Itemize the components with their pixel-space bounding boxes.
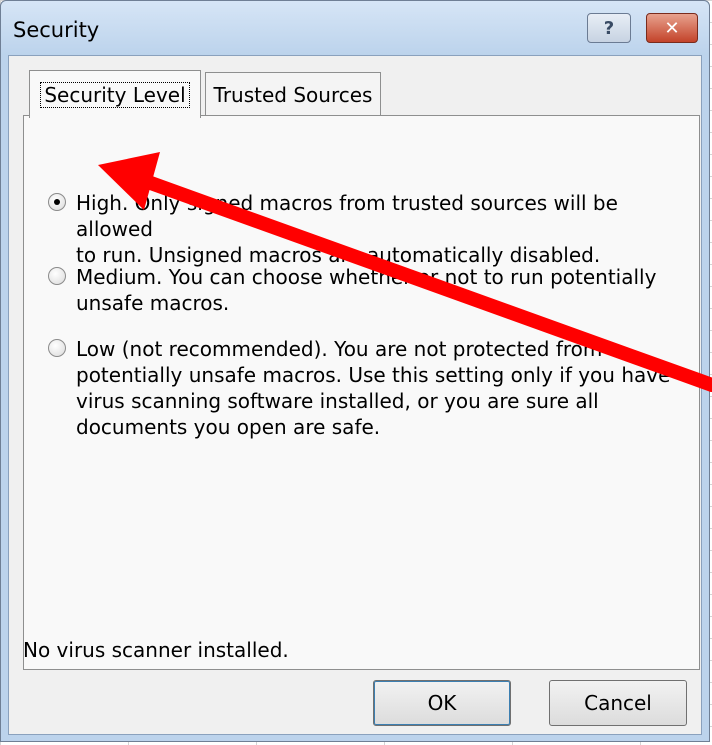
tab-trusted-sources[interactable]: Trusted Sources <box>205 72 381 116</box>
radio-medium[interactable] <box>48 267 66 285</box>
radio-low[interactable] <box>48 339 66 357</box>
option-medium-label: Medium. You can choose whether or not to… <box>76 265 657 315</box>
tab-security-level-label: Security Level <box>40 81 190 108</box>
tab-security-level[interactable]: Security Level <box>29 70 201 118</box>
help-icon: ? <box>603 17 615 39</box>
help-button[interactable]: ? <box>587 13 631 43</box>
cancel-button[interactable]: Cancel <box>549 680 687 726</box>
security-dialog: Security ? ✕ Security Level Trusted Sour… <box>0 0 710 742</box>
option-low-label: Low (not recommended). You are not prote… <box>76 337 671 439</box>
radio-high[interactable] <box>48 193 66 211</box>
close-icon: ✕ <box>664 17 680 39</box>
title-bar: Security ? ✕ <box>1 1 709 55</box>
close-button[interactable]: ✕ <box>646 13 698 43</box>
tab-trusted-sources-label: Trusted Sources <box>213 82 373 107</box>
option-high-label: High. Only signed macros from trusted so… <box>76 191 618 267</box>
dialog-title: Security <box>13 18 100 42</box>
dialog-client-area: Security Level Trusted Sources High. Onl… <box>8 55 702 735</box>
ok-button[interactable]: OK <box>373 680 511 726</box>
virus-scanner-status: No virus scanner installed. <box>23 638 289 662</box>
security-level-panel: High. Only signed macros from trusted so… <box>23 115 700 670</box>
